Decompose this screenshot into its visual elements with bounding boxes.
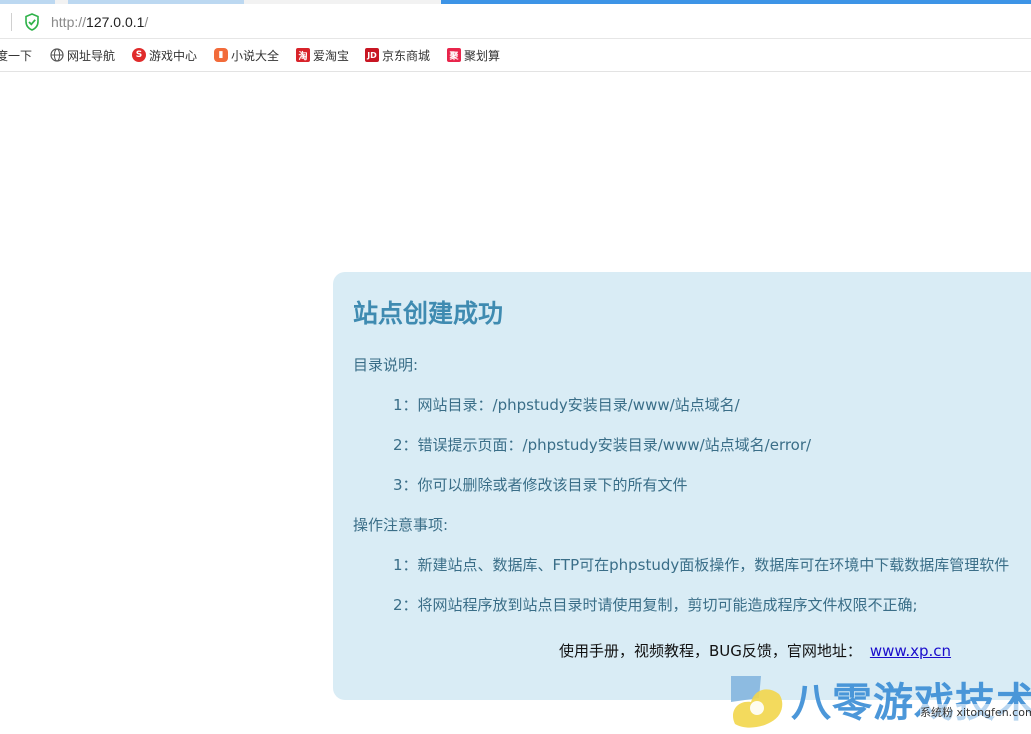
page-title: 站点创建成功 — [353, 299, 504, 328]
bookmark-baidu[interactable]: 度一下 — [0, 46, 32, 64]
footer-links: 使用手册，视频教程，BUG反馈，官网地址： www.xp.cn — [559, 640, 951, 661]
bookmark-label: 小说大全 — [231, 48, 280, 63]
bookmark-url-nav[interactable]: 网址导航 — [50, 46, 115, 64]
bookmark-label: 网址导航 — [67, 48, 116, 63]
directory-item: 1：网站目录：/phpstudy安装目录/www/站点域名/ — [393, 396, 740, 414]
directory-item: 2：错误提示页面：/phpstudy安装目录/www/站点域名/error/ — [393, 436, 812, 454]
directory-item: 3：你可以删除或者修改该目录下的所有文件 — [393, 476, 688, 494]
bookmarks-bar: 度一下 网址导航 S 游戏中心 ▮ 小说大全 淘 爱淘宝 JD 京东商城 聚 聚… — [0, 39, 1031, 72]
operations-heading: 操作注意事项: — [353, 516, 449, 534]
operations-item: 1：新建站点、数据库、FTP可在phpstudy面板操作，数据库可在环境中下载数… — [393, 556, 1010, 574]
bookmark-jd[interactable]: JD 京东商城 — [365, 46, 430, 64]
url-input[interactable]: http://127.0.0.1/ — [51, 13, 148, 31]
bookmark-label: 度一下 — [0, 48, 33, 63]
bookmark-label: 京东商城 — [382, 48, 431, 63]
juhuasuan-icon: 聚 — [447, 48, 461, 62]
bookmark-juhuasuan[interactable]: 聚 聚划算 — [447, 46, 500, 64]
url-host: 127.0.0.1 — [86, 14, 145, 30]
bookmark-label: 聚划算 — [464, 48, 501, 63]
game-icon: S — [132, 48, 146, 62]
bookmark-novels[interactable]: ▮ 小说大全 — [214, 46, 279, 64]
globe-icon — [50, 48, 64, 62]
footer-text: 使用手册，视频教程，BUG反馈，官网地址： — [559, 642, 862, 660]
address-divider — [11, 13, 12, 31]
taobao-icon: 淘 — [296, 48, 310, 62]
jd-icon: JD — [365, 48, 379, 62]
url-tail: / — [144, 14, 149, 30]
book-icon: ▮ — [214, 48, 228, 62]
address-bar: http://127.0.0.1/ — [0, 4, 1031, 39]
operations-item: 2：将网站程序放到站点目录时请使用复制，剪切可能造成程序文件权限不正确; — [393, 596, 918, 614]
bookmark-label: 爱淘宝 — [313, 48, 350, 63]
official-site-link[interactable]: www.xp.cn — [870, 642, 951, 660]
watermark-subtext: 系统粉 xitongfen.com — [920, 704, 1031, 720]
site-created-card: 站点创建成功 目录说明: 1：网站目录：/phpstudy安装目录/www/站点… — [333, 272, 1031, 700]
bookmark-label: 游戏中心 — [149, 48, 198, 63]
url-scheme: http:// — [51, 14, 87, 30]
bookmark-taobao[interactable]: 淘 爱淘宝 — [296, 46, 349, 64]
directory-heading: 目录说明: — [353, 356, 419, 374]
watermark: 八零游戏技术 系统粉 xitongfen.com — [725, 668, 1031, 734]
shield-icon[interactable] — [24, 13, 40, 31]
watermark-logo-icon — [731, 676, 783, 728]
bookmark-game-center[interactable]: S 游戏中心 — [132, 46, 197, 64]
